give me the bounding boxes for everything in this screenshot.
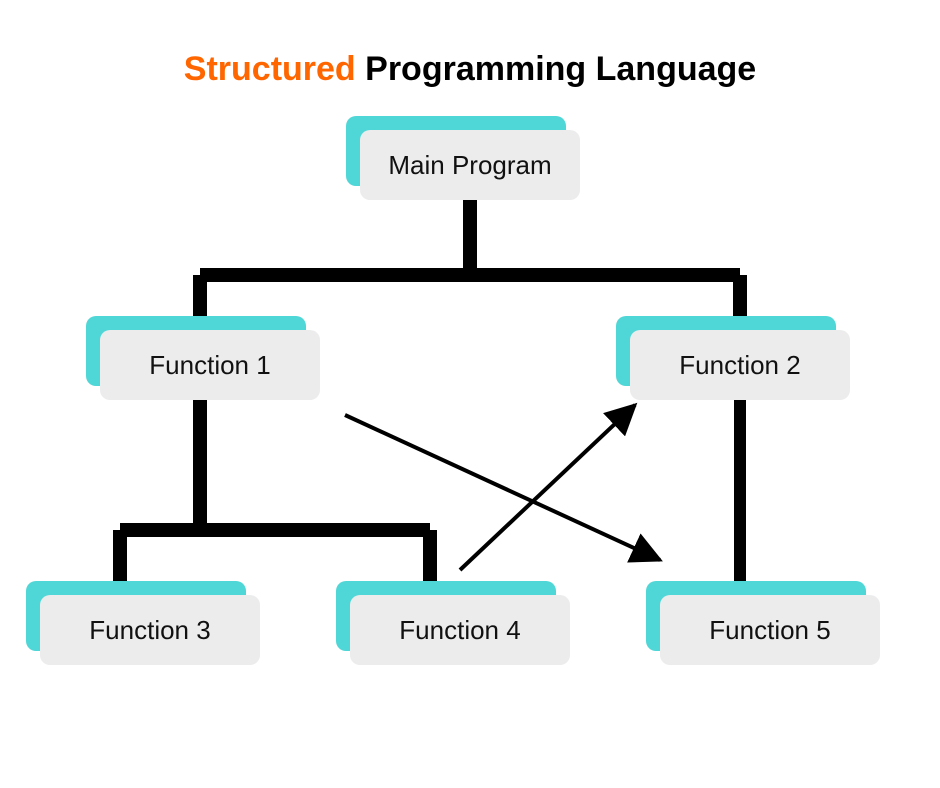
node-f2-card: Function 2: [630, 330, 850, 400]
edge-f1-split: [120, 400, 430, 595]
node-main-label: Main Program: [388, 150, 551, 181]
node-f1: Function 1: [100, 330, 320, 400]
node-f2-label: Function 2: [679, 350, 800, 381]
node-main-card: Main Program: [360, 130, 580, 200]
node-f5-label: Function 5: [709, 615, 830, 646]
node-f3: Function 3: [40, 595, 260, 665]
node-f1-label: Function 1: [149, 350, 270, 381]
node-f2: Function 2: [630, 330, 850, 400]
arrow-f4-to-f2: [460, 405, 635, 570]
node-f4-card: Function 4: [350, 595, 570, 665]
diagram-title: Structured Programming Language: [0, 50, 940, 89]
node-f4-label: Function 4: [399, 615, 520, 646]
arrow-f1-to-f5: [345, 415, 660, 560]
node-main: Main Program: [360, 130, 580, 200]
node-f3-label: Function 3: [89, 615, 210, 646]
node-f4: Function 4: [350, 595, 570, 665]
diagram-stage: Structured Programming Language Main Pro…: [0, 0, 940, 788]
title-accent: Structured: [184, 50, 356, 88]
node-f5: Function 5: [660, 595, 880, 665]
edge-main-split: [200, 200, 740, 330]
node-f5-card: Function 5: [660, 595, 880, 665]
node-f3-card: Function 3: [40, 595, 260, 665]
node-f1-card: Function 1: [100, 330, 320, 400]
title-rest: Programming Language: [356, 50, 757, 88]
